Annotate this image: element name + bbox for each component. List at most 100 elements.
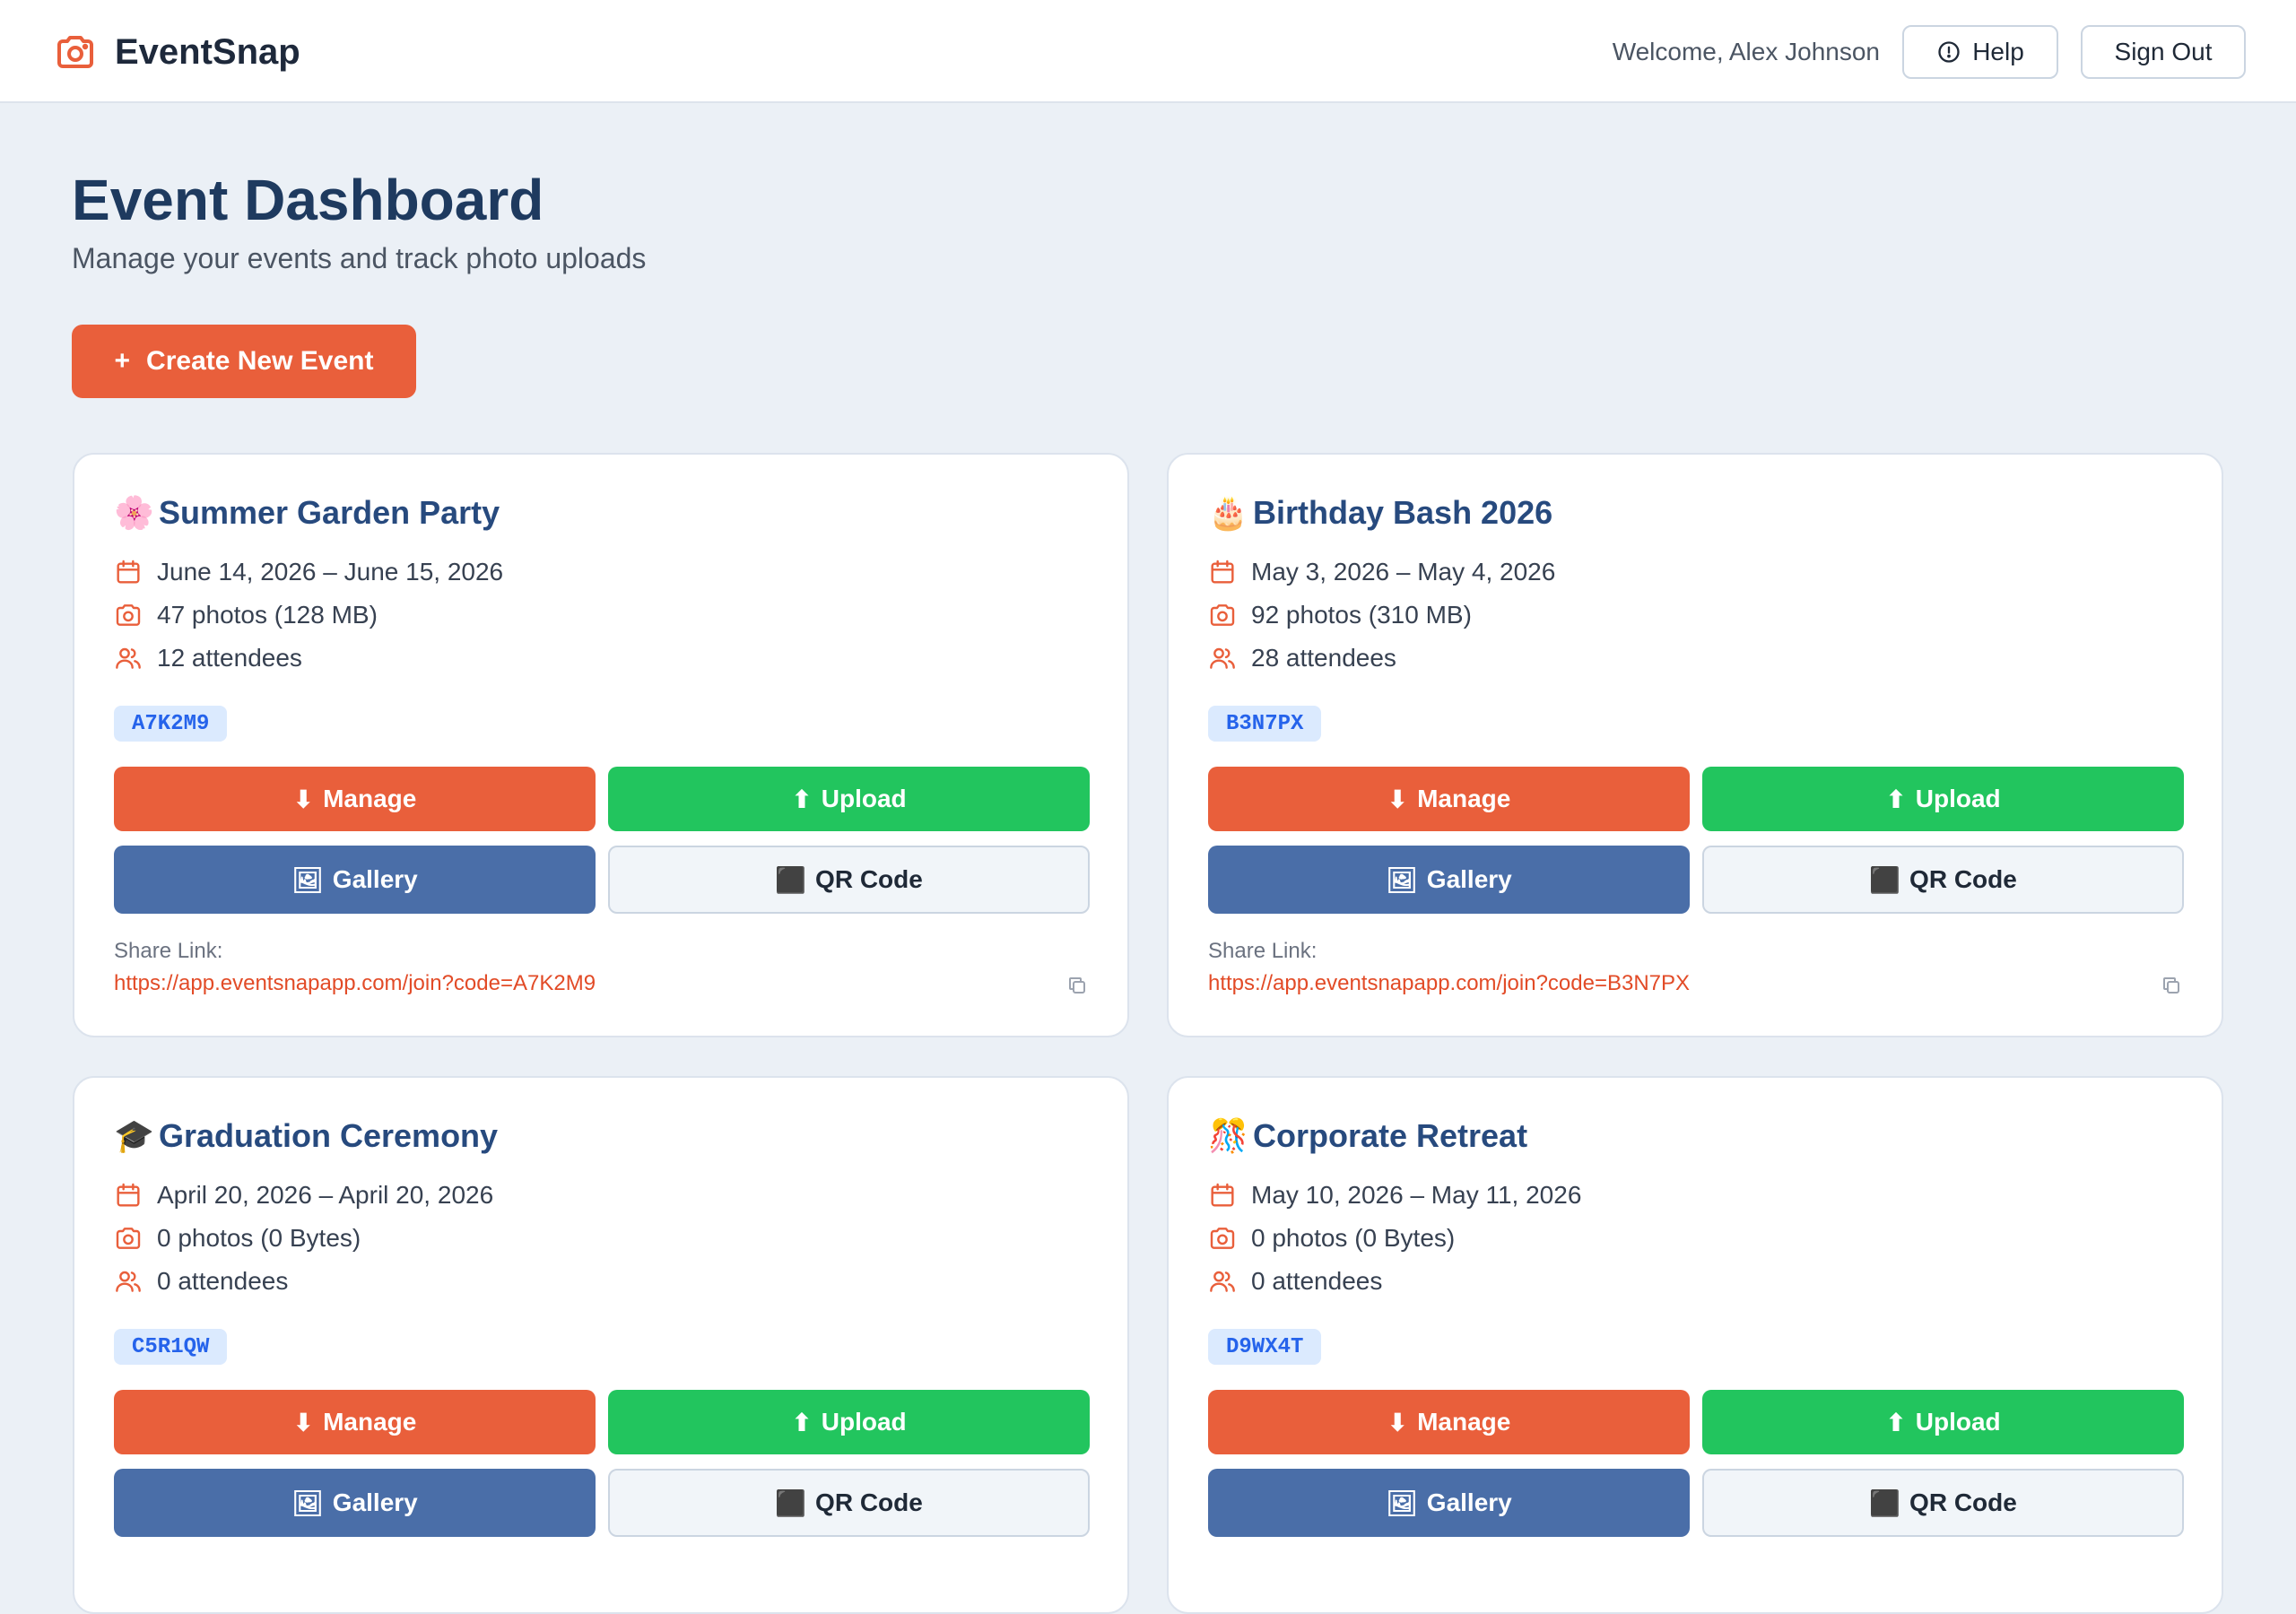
picture-icon: 🖼 — [291, 1488, 324, 1518]
calendar-icon — [1211, 1183, 1234, 1207]
event-title[interactable]: 🎓 Graduation Ceremony — [114, 1117, 498, 1155]
qr-code-button[interactable]: ⬛ QR Code — [608, 846, 1090, 914]
download-arrow-icon: ⬇ — [1387, 1407, 1409, 1437]
help-label: Help — [1972, 38, 2024, 65]
download-arrow-icon: ⬇ — [1387, 784, 1409, 814]
event-code-badge: C5R1QW — [114, 1329, 228, 1365]
qr-code-label: QR Code — [815, 1488, 923, 1516]
sign-out-button[interactable]: Sign Out — [2081, 25, 2246, 79]
upload-button[interactable]: ⬆ Upload — [1702, 767, 2184, 831]
camera-icon — [116, 1228, 141, 1249]
share-link[interactable]: https://app.eventsnapapp.com/join?code=A… — [114, 971, 596, 996]
gallery-label: Gallery — [1426, 1488, 1512, 1516]
event-photos-text: 47 photos (128 MB) — [157, 601, 378, 629]
event-photos: 47 photos (128 MB) — [114, 601, 378, 629]
download-arrow-icon: ⬇ — [292, 1407, 315, 1437]
help-button[interactable]: Help — [1902, 25, 2058, 79]
calendar-icon — [1211, 560, 1234, 584]
cake-icon: 🎂 — [1208, 495, 1248, 532]
upload-label: Upload — [1915, 1408, 2001, 1436]
share-link[interactable]: https://app.eventsnapapp.com/join?code=B… — [1208, 971, 1690, 996]
gallery-button[interactable]: 🖼 Gallery — [1208, 846, 1690, 914]
event-attendees: 12 attendees — [114, 644, 302, 672]
manage-button[interactable]: ⬇ Manage — [114, 1390, 596, 1454]
event-name: Summer Garden Party — [159, 494, 500, 531]
upload-label: Upload — [821, 1408, 907, 1436]
manage-label: Manage — [1417, 1408, 1511, 1436]
event-title[interactable]: 🌸 Summer Garden Party — [114, 494, 500, 532]
confetti-icon: 🎊 — [1208, 1118, 1248, 1155]
copy-icon[interactable] — [2161, 975, 2182, 996]
camera-icon — [116, 604, 141, 626]
event-attendees: 28 attendees — [1208, 644, 1396, 672]
upload-arrow-icon: ⬆ — [791, 784, 813, 814]
manage-button[interactable]: ⬇ Manage — [1208, 767, 1690, 831]
brand-name: EventSnap — [115, 31, 300, 72]
users-icon — [1210, 647, 1235, 669]
calendar-icon — [117, 1183, 140, 1207]
event-photos-text: 92 photos (310 MB) — [1251, 601, 1472, 629]
qr-code-label: QR Code — [815, 865, 923, 893]
event-code-badge: B3N7PX — [1208, 706, 1322, 742]
event-dates: May 10, 2026 – May 11, 2026 — [1208, 1181, 1581, 1210]
qr-square-icon: ⬛ — [775, 1488, 807, 1518]
event-photos: 0 photos (0 Bytes) — [1208, 1224, 1455, 1253]
upload-label: Upload — [1915, 785, 2001, 812]
qr-code-button[interactable]: ⬛ QR Code — [1702, 846, 2184, 914]
brand[interactable]: EventSnap — [54, 27, 300, 77]
qr-square-icon: ⬛ — [1869, 1488, 1901, 1518]
qr-square-icon: ⬛ — [1869, 864, 1901, 895]
event-name: Graduation Ceremony — [159, 1117, 499, 1154]
event-name: Corporate Retreat — [1253, 1117, 1528, 1154]
users-icon — [116, 1271, 141, 1292]
flower-icon: 🌸 — [114, 495, 154, 532]
event-dates-text: May 3, 2026 – May 4, 2026 — [1251, 558, 1556, 586]
qr-code-button[interactable]: ⬛ QR Code — [1702, 1469, 2184, 1537]
camera-icon — [57, 36, 93, 68]
event-attendees: 0 attendees — [1208, 1267, 1382, 1296]
event-dates: May 3, 2026 – May 4, 2026 — [1208, 558, 1555, 586]
event-attendees: 0 attendees — [114, 1267, 288, 1296]
event-title[interactable]: 🎂 Birthday Bash 2026 — [1208, 494, 1552, 532]
upload-button[interactable]: ⬆ Upload — [608, 767, 1090, 831]
upload-arrow-icon: ⬆ — [1885, 1407, 1907, 1437]
download-arrow-icon: ⬇ — [292, 784, 315, 814]
event-attendees-text: 0 attendees — [1251, 1267, 1383, 1295]
event-photos: 0 photos (0 Bytes) — [114, 1224, 361, 1253]
upload-button[interactable]: ⬆ Upload — [608, 1390, 1090, 1454]
qr-code-label: QR Code — [1909, 865, 2017, 893]
event-card: 🌸 Summer Garden Party June 14, 2026 – Ju… — [73, 453, 1129, 1037]
event-card: 🎂 Birthday Bash 2026 May 3, 2026 – May 4… — [1167, 453, 2223, 1037]
graduation-cap-icon: 🎓 — [114, 1118, 154, 1155]
event-attendees-text: 0 attendees — [157, 1267, 289, 1295]
users-icon — [116, 647, 141, 669]
gallery-label: Gallery — [332, 1488, 418, 1516]
event-title[interactable]: 🎊 Corporate Retreat — [1208, 1117, 1527, 1155]
qr-code-button[interactable]: ⬛ QR Code — [608, 1469, 1090, 1537]
page-subtitle: Manage your events and track photo uploa… — [72, 242, 647, 274]
upload-arrow-icon: ⬆ — [791, 1407, 813, 1437]
gallery-button[interactable]: 🖼 Gallery — [114, 846, 596, 914]
help-circle-icon — [1938, 41, 1960, 63]
gallery-button[interactable]: 🖼 Gallery — [114, 1469, 596, 1537]
upload-arrow-icon: ⬆ — [1885, 784, 1907, 814]
welcome-text: Welcome, Alex Johnson — [1612, 38, 1880, 65]
event-attendees-text: 28 attendees — [1251, 644, 1396, 672]
manage-label: Manage — [323, 785, 417, 812]
gallery-button[interactable]: 🖼 Gallery — [1208, 1469, 1690, 1537]
manage-button[interactable]: ⬇ Manage — [1208, 1390, 1690, 1454]
header-actions: Welcome, Alex Johnson Help Sign Out — [1613, 25, 2246, 79]
event-dates-text: April 20, 2026 – April 20, 2026 — [157, 1181, 494, 1209]
upload-button[interactable]: ⬆ Upload — [1702, 1390, 2184, 1454]
copy-icon[interactable] — [1066, 975, 1088, 996]
top-header: EventSnap Welcome, Alex Johnson Help Sig… — [0, 0, 2296, 103]
camera-icon — [1210, 1228, 1235, 1249]
manage-button[interactable]: ⬇ Manage — [114, 767, 596, 831]
event-dates: April 20, 2026 – April 20, 2026 — [114, 1181, 493, 1210]
picture-icon: 🖼 — [291, 864, 324, 895]
page-title: Event Dashboard — [72, 168, 544, 232]
create-event-button[interactable]: + Create New Event — [72, 325, 416, 398]
picture-icon: 🖼 — [1386, 1488, 1418, 1518]
manage-label: Manage — [323, 1408, 417, 1436]
plus-icon: + — [114, 346, 131, 376]
